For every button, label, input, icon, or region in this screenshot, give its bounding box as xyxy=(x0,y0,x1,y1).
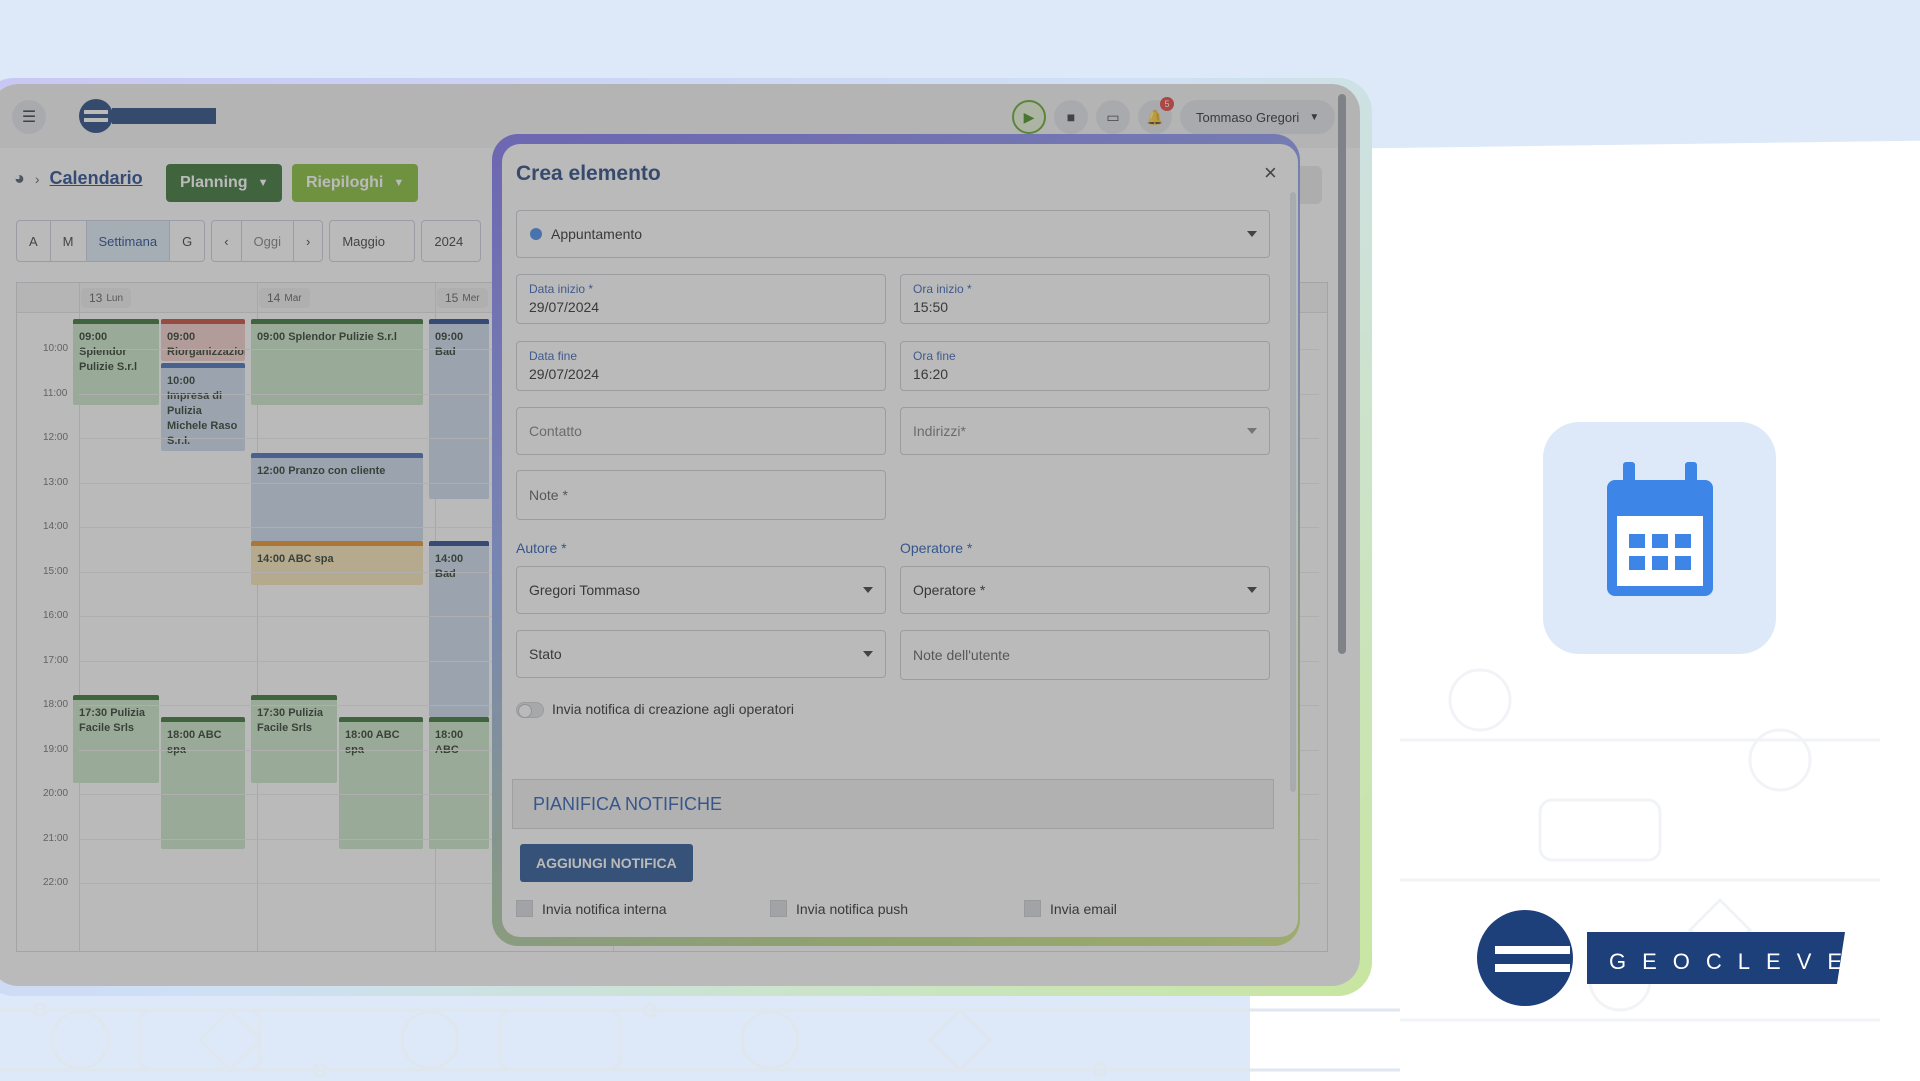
brand-wordmark: GEOCLEVER xyxy=(1609,949,1845,974)
calendar-feature-card xyxy=(1543,422,1776,654)
circuit-pattern-right xyxy=(1400,668,1880,1022)
app-window: ☰ ▶ ■ ▭ 🔔 5 Tommaso Gregori ▼ ◕ › Calend… xyxy=(0,84,1360,986)
calendar-icon xyxy=(1607,462,1713,596)
modal-backdrop[interactable] xyxy=(0,84,1360,986)
geoclever-logo: GEOCLEVER xyxy=(1477,910,1845,1006)
